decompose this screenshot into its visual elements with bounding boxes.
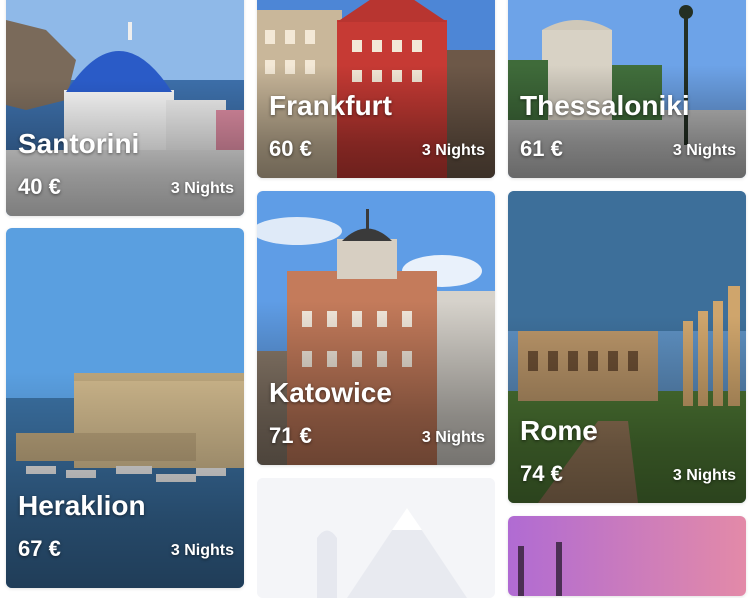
destination-card-thessaloniki[interactable]: Thessaloniki 61 € 3 Nights xyxy=(508,0,746,178)
city-name: Rome xyxy=(520,415,598,446)
nights-label: 3 Nights xyxy=(672,467,736,484)
destination-card-frankfurt[interactable]: Frankfurt 60 € 3 Nights xyxy=(257,0,495,178)
placeholder-illustration xyxy=(257,478,495,598)
placeholder-card xyxy=(257,478,495,598)
city-name: Heraklion xyxy=(18,490,146,521)
city-name: Katowice xyxy=(269,377,392,408)
price: 74 € xyxy=(520,461,563,486)
price: 60 € xyxy=(269,136,312,161)
price: 67 € xyxy=(18,536,61,561)
destination-card-katowice[interactable]: Katowice 71 € 3 Nights xyxy=(257,191,495,465)
city-name: Thessaloniki xyxy=(520,90,690,121)
price: 40 € xyxy=(18,174,61,199)
nights-label: 3 Nights xyxy=(421,429,485,446)
nights-label: 3 Nights xyxy=(170,542,234,559)
nights-label: 3 Nights xyxy=(170,180,234,197)
city-name: Santorini xyxy=(18,128,140,159)
destination-card-heraklion[interactable]: Heraklion 67 € 3 Nights xyxy=(6,228,244,588)
next-card-photo xyxy=(508,516,746,596)
destination-card-next[interactable] xyxy=(508,516,746,596)
destination-card-rome[interactable]: Rome 74 € 3 Nights xyxy=(508,191,746,503)
destination-card-santorini[interactable]: Santorini 40 € 3 Nights xyxy=(6,0,244,216)
nights-label: 3 Nights xyxy=(421,142,485,159)
price: 71 € xyxy=(269,423,312,448)
city-name: Frankfurt xyxy=(269,90,392,121)
price: 61 € xyxy=(520,136,563,161)
nights-label: 3 Nights xyxy=(672,142,736,159)
